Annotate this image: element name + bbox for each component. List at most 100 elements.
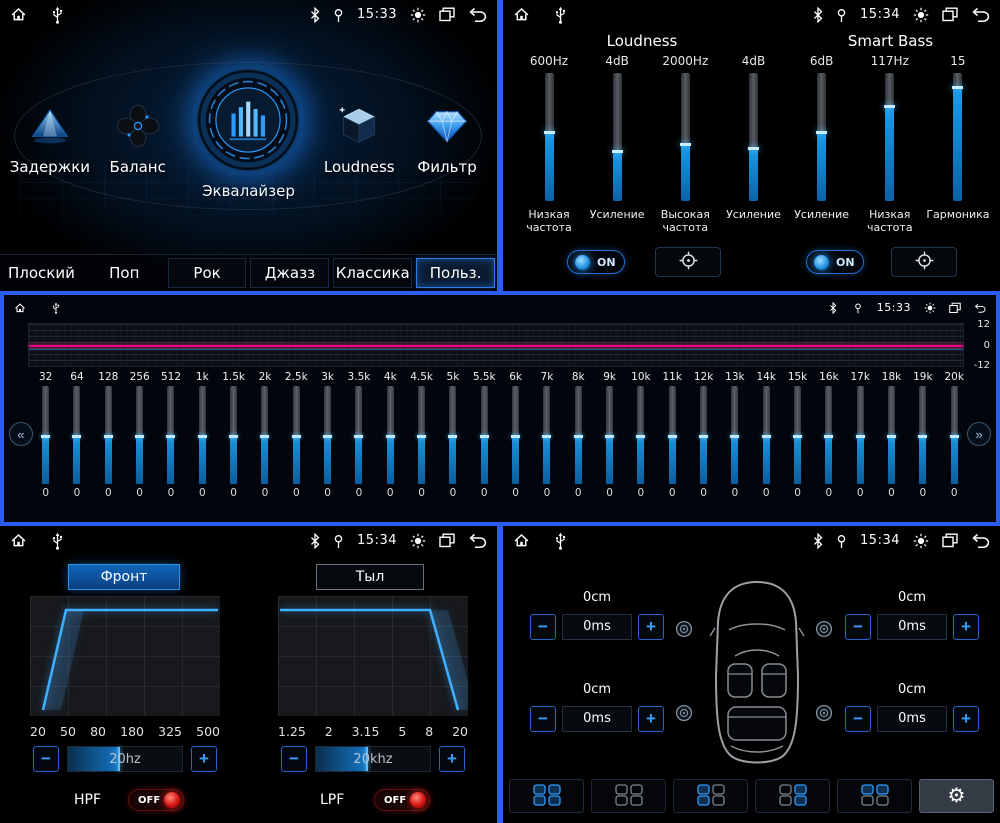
back-icon[interactable]: [971, 7, 990, 22]
lpf-decrease-button[interactable]: −: [281, 746, 307, 772]
eq-band-slider[interactable]: [636, 386, 646, 484]
eq-band-slider[interactable]: [730, 386, 740, 484]
eq-band-slider[interactable]: [573, 386, 583, 484]
eq-band-slider[interactable]: [448, 386, 458, 484]
eq-band-slider[interactable]: [918, 386, 928, 484]
lpf-frequency-slider[interactable]: 20khz: [315, 746, 431, 772]
menu-item-equalizer[interactable]: Эквалайзер: [182, 64, 316, 200]
delay-decrease-button[interactable]: −: [845, 614, 871, 640]
preset-tab-3[interactable]: Рок: [167, 258, 247, 288]
settings-button[interactable]: ⚙: [919, 779, 994, 813]
home-icon[interactable]: [10, 6, 27, 23]
recent-apps-icon[interactable]: [942, 533, 958, 548]
delay-decrease-button[interactable]: −: [845, 706, 871, 732]
menu-item-filter[interactable]: Фильтр: [403, 64, 491, 176]
speaker-zone-button-5[interactable]: [837, 779, 912, 813]
slider-track[interactable]: [816, 73, 828, 201]
hpf-frequency-slider[interactable]: 20hz: [67, 746, 183, 772]
recent-apps-icon[interactable]: [439, 533, 455, 548]
loudness-reset-button[interactable]: [655, 247, 721, 277]
loudness-on-toggle[interactable]: ON: [567, 250, 625, 274]
menu-item-loudness[interactable]: Loudness: [315, 64, 403, 176]
recent-apps-icon[interactable]: [949, 302, 961, 314]
eq-band-slider[interactable]: [260, 386, 270, 484]
brightness-icon[interactable]: [924, 302, 936, 314]
brightness-icon[interactable]: [913, 533, 929, 549]
delay-decrease-button[interactable]: −: [530, 614, 556, 640]
menu-item-delays[interactable]: Задержки: [6, 64, 94, 176]
recent-apps-icon[interactable]: [942, 7, 958, 22]
eq-band-slider[interactable]: [887, 386, 897, 484]
speaker-zone-button-3[interactable]: [673, 779, 748, 813]
delay-increase-button[interactable]: +: [638, 614, 664, 640]
back-icon[interactable]: [468, 533, 487, 548]
delay-increase-button[interactable]: +: [953, 614, 979, 640]
brightness-icon[interactable]: [410, 533, 426, 549]
brightness-icon[interactable]: [410, 7, 426, 23]
preset-tab-6[interactable]: Польз.: [416, 258, 495, 288]
eq-next-page-button[interactable]: »: [967, 422, 991, 446]
back-icon[interactable]: [971, 533, 990, 548]
eq-band-slider[interactable]: [72, 386, 82, 484]
eq-band-slider[interactable]: [605, 386, 615, 484]
tab-front[interactable]: Фронт: [68, 564, 180, 590]
eq-band-slider[interactable]: [354, 386, 364, 484]
front-left-speaker-icon[interactable]: [675, 620, 693, 642]
back-icon[interactable]: [974, 302, 986, 314]
eq-band-slider[interactable]: [197, 386, 207, 484]
delay-decrease-button[interactable]: −: [530, 706, 556, 732]
home-icon[interactable]: [10, 532, 27, 549]
eq-band-slider[interactable]: [667, 386, 677, 484]
home-icon[interactable]: [513, 6, 530, 23]
eq-band-slider[interactable]: [479, 386, 489, 484]
preset-tab-5[interactable]: Классика: [333, 258, 413, 288]
front-right-speaker-icon[interactable]: [815, 620, 833, 642]
eq-band-slider[interactable]: [291, 386, 301, 484]
eq-band-slider[interactable]: [793, 386, 803, 484]
home-icon[interactable]: [14, 302, 26, 314]
home-icon[interactable]: [513, 532, 530, 549]
delay-increase-button[interactable]: +: [953, 706, 979, 732]
tab-rear[interactable]: Тыл: [316, 564, 424, 590]
eq-band-slider[interactable]: [761, 386, 771, 484]
eq-band-slider[interactable]: [41, 386, 51, 484]
slider-track[interactable]: [611, 73, 623, 201]
speaker-zone-button-2[interactable]: [591, 779, 666, 813]
eq-band-slider[interactable]: [135, 386, 145, 484]
slider-track[interactable]: [884, 73, 896, 201]
eq-band-slider[interactable]: [855, 386, 865, 484]
hpf-decrease-button[interactable]: −: [33, 746, 59, 772]
eq-band-slider[interactable]: [166, 386, 176, 484]
brightness-icon[interactable]: [913, 7, 929, 23]
eq-band-slider[interactable]: [103, 386, 113, 484]
slider-track[interactable]: [952, 73, 964, 201]
lpf-off-toggle[interactable]: OFF: [374, 789, 430, 811]
smartbass-on-toggle[interactable]: ON: [806, 250, 864, 274]
slider-track[interactable]: [747, 73, 759, 201]
delay-increase-button[interactable]: +: [638, 706, 664, 732]
back-icon[interactable]: [468, 7, 487, 22]
smartbass-reset-button[interactable]: [891, 247, 957, 277]
rear-right-speaker-icon[interactable]: [815, 704, 833, 726]
lpf-increase-button[interactable]: +: [439, 746, 465, 772]
speaker-zone-button-4[interactable]: [755, 779, 830, 813]
preset-tab-4[interactable]: Джазз: [250, 258, 330, 288]
hpf-increase-button[interactable]: +: [191, 746, 217, 772]
hpf-off-toggle[interactable]: OFF: [128, 789, 184, 811]
speaker-zone-button-1[interactable]: [509, 779, 584, 813]
recent-apps-icon[interactable]: [439, 7, 455, 22]
eq-band-slider[interactable]: [699, 386, 709, 484]
slider-track[interactable]: [679, 73, 691, 201]
slider-track[interactable]: [543, 73, 555, 201]
eq-band-slider[interactable]: [511, 386, 521, 484]
eq-band-slider[interactable]: [385, 386, 395, 484]
eq-band-slider[interactable]: [229, 386, 239, 484]
eq-band-slider[interactable]: [824, 386, 834, 484]
preset-tab-1[interactable]: Плоский: [2, 258, 81, 288]
preset-tab-2[interactable]: Поп: [85, 258, 164, 288]
eq-band-slider[interactable]: [542, 386, 552, 484]
eq-band-slider[interactable]: [417, 386, 427, 484]
menu-item-balance[interactable]: Баланс: [94, 64, 182, 176]
eq-band-slider[interactable]: [323, 386, 333, 484]
rear-left-speaker-icon[interactable]: [675, 704, 693, 726]
